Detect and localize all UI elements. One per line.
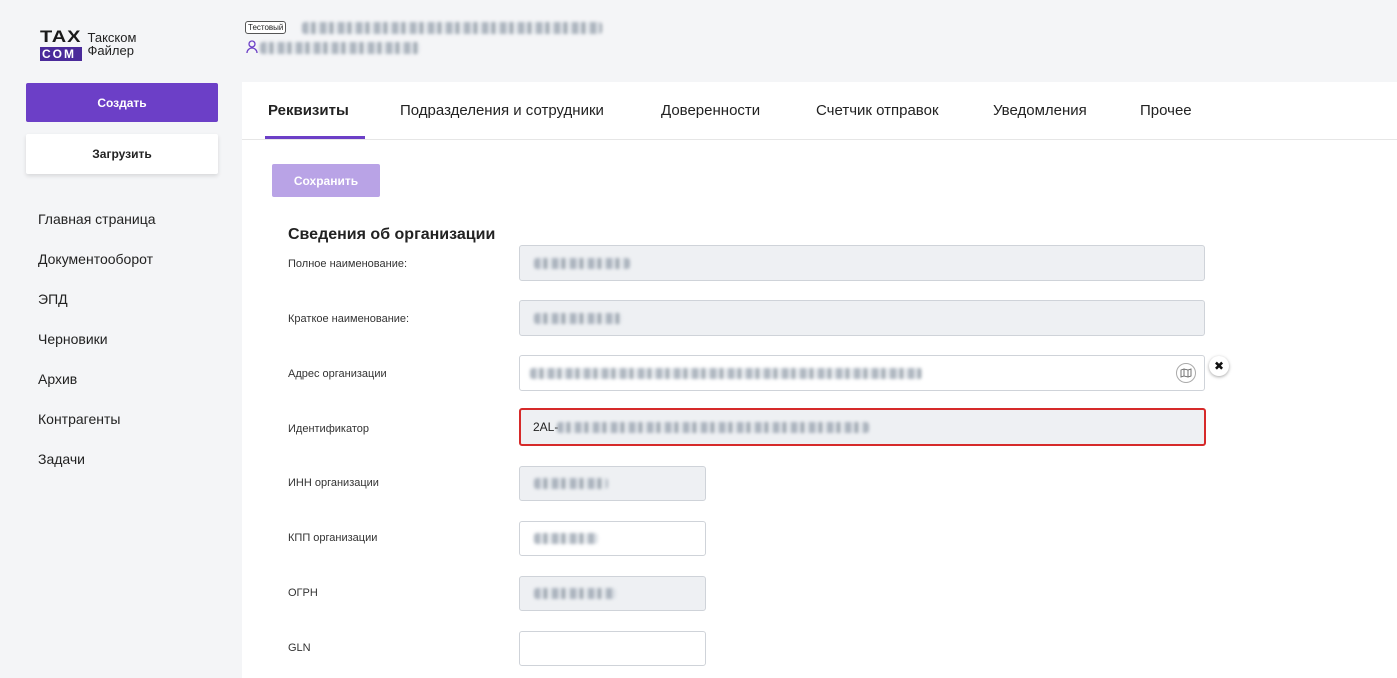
tab-send-counter[interactable]: Счетчик отправок (816, 102, 939, 119)
sidebar-item-archive[interactable]: Архив (38, 371, 156, 411)
close-icon[interactable]: ✖ (1209, 356, 1229, 376)
save-button[interactable]: Сохранить (272, 164, 380, 197)
map-icon[interactable] (1176, 363, 1196, 383)
kpp-field[interactable] (519, 521, 706, 556)
gln-label: GLN (288, 642, 311, 654)
ogrn-field[interactable] (519, 576, 706, 611)
inn-field[interactable] (519, 466, 706, 501)
identifier-prefix: 2AL- (533, 420, 559, 434)
active-tab-indicator (265, 136, 365, 139)
address-label: Адрес организации (288, 368, 387, 380)
test-badge: Тестовый (245, 21, 287, 34)
full-name-label: Полное наименование: (288, 258, 408, 270)
tab-departments[interactable]: Подразделения и сотрудники (400, 102, 604, 119)
tab-notifications[interactable]: Уведомления (993, 102, 1087, 119)
taxcom-logo-mark: TAX COM (40, 26, 82, 61)
logo-name-1: Такском (87, 29, 137, 45)
sidebar-item-epd[interactable]: ЭПД (38, 291, 156, 331)
tab-other[interactable]: Прочее (1140, 102, 1192, 119)
short-name-field[interactable] (519, 300, 1205, 336)
sidebar-nav: Главная страница Документооборот ЭПД Чер… (38, 211, 156, 491)
tab-requisites[interactable]: Реквизиты (268, 102, 349, 119)
inn-redacted (534, 478, 608, 489)
logo-text: Такском Файлер (88, 31, 137, 57)
address-redacted (530, 368, 922, 379)
create-button[interactable]: Создать (26, 83, 218, 122)
logo-tax: TAX (40, 27, 82, 47)
sidebar-item-tasks[interactable]: Задачи (38, 451, 156, 491)
upload-button[interactable]: Загрузить (26, 134, 218, 174)
sidebar-item-drafts[interactable]: Черновики (38, 331, 156, 371)
gln-field[interactable] (519, 631, 706, 666)
user-name-redacted (260, 42, 420, 54)
tab-bar: Реквизиты Подразделения и сотрудники Дов… (242, 82, 1397, 140)
short-name-redacted (534, 313, 622, 324)
section-title: Сведения об организации (288, 226, 496, 243)
sidebar-item-document-flow[interactable]: Документооборот (38, 251, 156, 291)
kpp-label: КПП организации (288, 532, 378, 544)
ogrn-redacted (534, 588, 616, 599)
sidebar-item-counterparties[interactable]: Контрагенты (38, 411, 156, 451)
org-name-redacted (302, 22, 602, 34)
sidebar: TAX COM Такском Файлер Создать Загрузить… (0, 0, 242, 678)
ogrn-label: ОГРН (288, 587, 318, 599)
user-icon (246, 40, 258, 54)
sidebar-item-home[interactable]: Главная страница (38, 211, 156, 251)
kpp-redacted (534, 533, 598, 544)
app-logo[interactable]: TAX COM Такском Файлер (40, 26, 136, 61)
identifier-label: Идентификатор (288, 423, 369, 435)
identifier-redacted (557, 422, 869, 433)
tab-powers-of-attorney[interactable]: Доверенности (661, 102, 760, 119)
address-field[interactable] (519, 355, 1205, 391)
logo-com: COM (40, 47, 82, 61)
logo-name-2: Файлер (87, 42, 134, 58)
org-header: Тестовый (242, 0, 1397, 82)
short-name-label: Краткое наименование: (288, 313, 410, 325)
identifier-field[interactable]: 2AL- (519, 408, 1206, 446)
full-name-redacted (534, 258, 630, 269)
full-name-field[interactable] (519, 245, 1205, 281)
main-panel: Реквизиты Подразделения и сотрудники Дов… (242, 82, 1397, 678)
inn-label: ИНН организации (288, 477, 379, 489)
